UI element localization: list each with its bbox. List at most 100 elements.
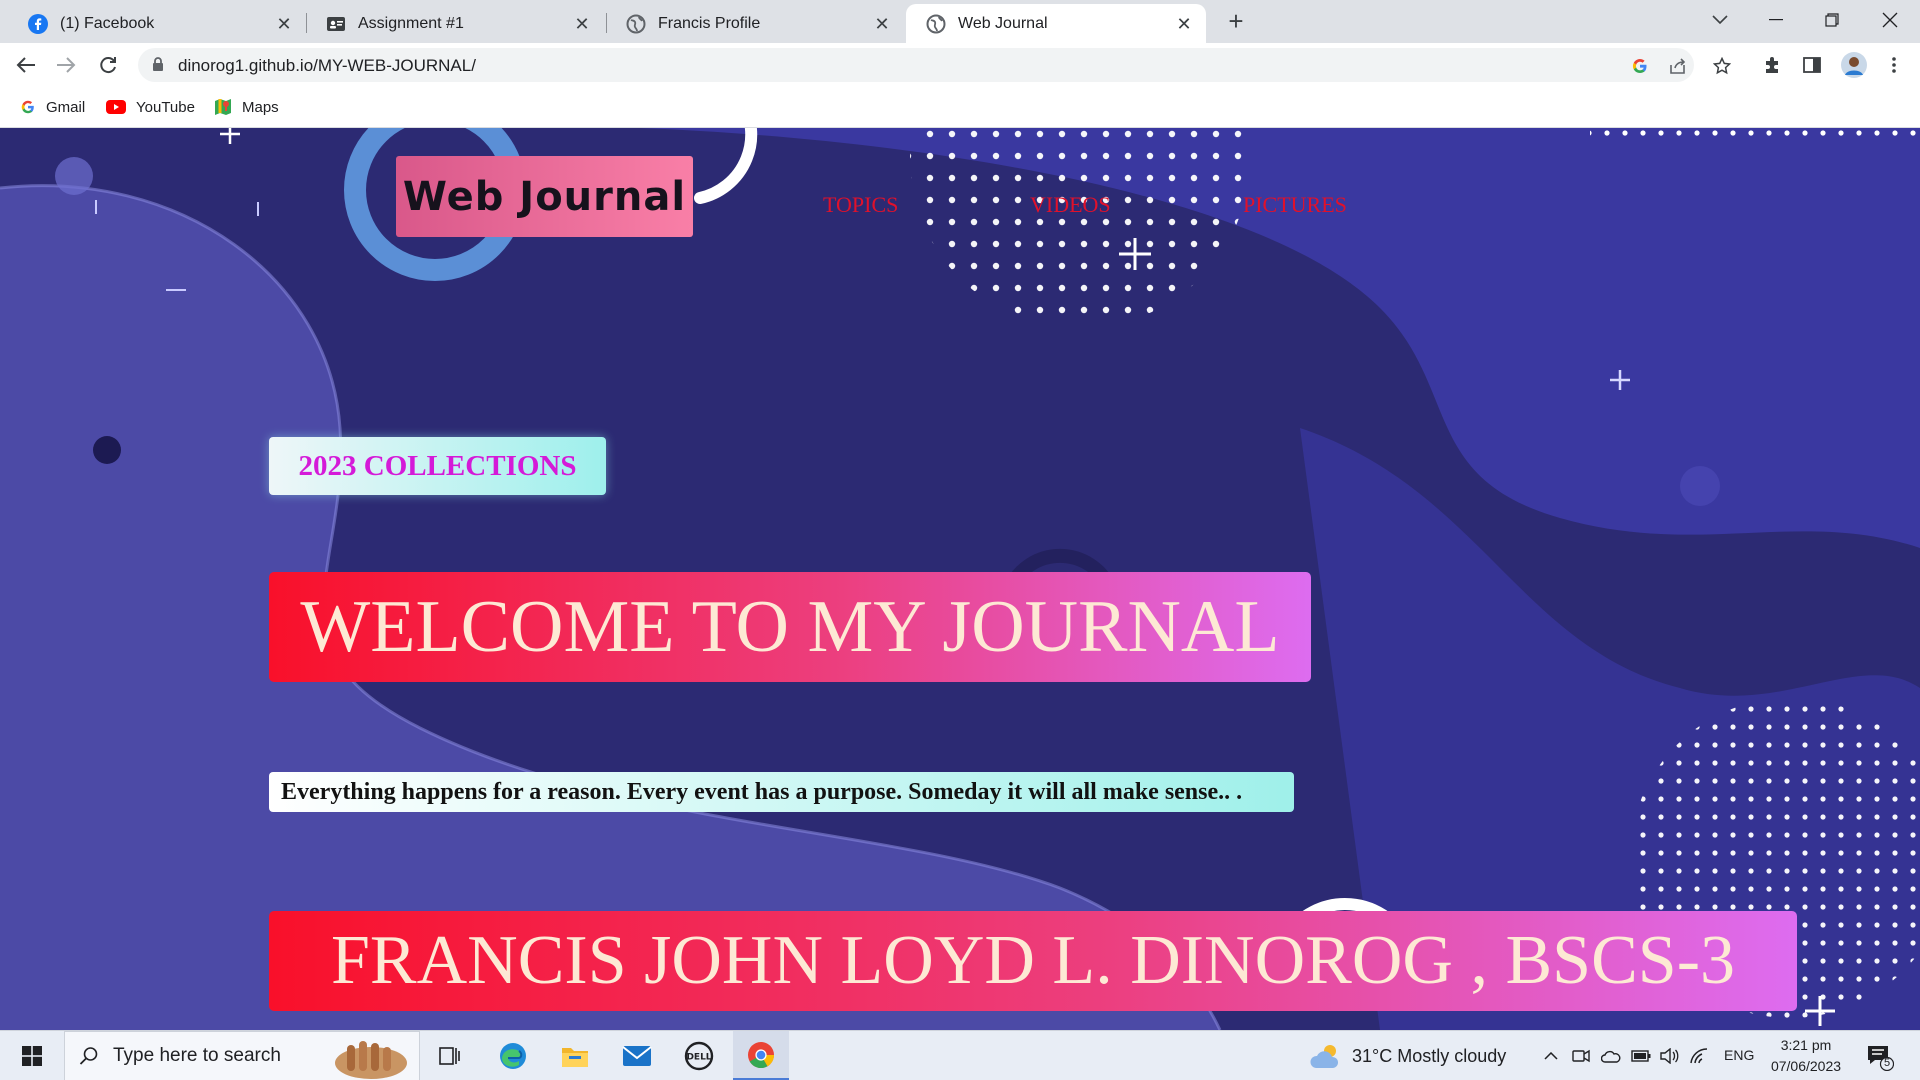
taskbar-clock[interactable]: 3:21 pm 07/06/2023 xyxy=(1766,1035,1846,1077)
close-tab-icon[interactable]: ✕ xyxy=(572,14,592,34)
task-view-button[interactable] xyxy=(422,1031,478,1080)
site-logo[interactable]: Web Journal xyxy=(396,156,693,237)
bookmark-label: YouTube xyxy=(136,98,195,116)
close-icon xyxy=(1882,12,1898,28)
notification-count: 5 xyxy=(1883,1057,1891,1069)
share-icon[interactable] xyxy=(1666,54,1690,78)
globe-icon xyxy=(626,14,646,33)
cloudy-weather-icon xyxy=(1310,1045,1339,1068)
browser-menu-button[interactable] xyxy=(1882,53,1906,77)
tab-title: Web Journal xyxy=(958,14,1048,32)
chevron-down-icon xyxy=(1712,15,1728,25)
collections-badge: 2023 COLLECTIONS xyxy=(269,437,606,495)
tab-title: Francis Profile xyxy=(658,14,761,32)
nav-link-topics[interactable]: TOPICS xyxy=(823,192,898,218)
meet-now-icon[interactable] xyxy=(1570,1045,1592,1067)
arrow-right-icon xyxy=(57,57,76,73)
tab-francis-profile[interactable]: Francis Profile ✕ xyxy=(606,4,904,43)
windows-logo-icon xyxy=(22,1046,42,1066)
bookmarks-bar: Gmail YouTube Maps xyxy=(0,87,1920,128)
globe-icon xyxy=(926,14,946,33)
lock-icon xyxy=(153,57,163,71)
start-button[interactable] xyxy=(8,1031,56,1080)
search-icon xyxy=(79,1047,98,1065)
classroom-icon xyxy=(327,16,345,31)
bookmark-youtube[interactable]: YouTube xyxy=(106,96,195,118)
nav-link-pictures[interactable]: PICTURES xyxy=(1243,192,1347,218)
profile-avatar[interactable] xyxy=(1840,51,1868,79)
tab-title: Assignment #1 xyxy=(358,14,464,32)
clock-time: 3:21 pm xyxy=(1780,1037,1832,1053)
restore-icon xyxy=(1825,13,1839,27)
bookmark-maps[interactable]: Maps xyxy=(214,96,279,118)
tab-facebook[interactable]: (1) Facebook ✕ xyxy=(8,4,306,43)
dell-icon: DELL xyxy=(684,1041,714,1071)
svg-text:DELL: DELL xyxy=(686,1053,711,1063)
chrome-icon xyxy=(748,1041,775,1068)
nav-link-videos[interactable]: VIDEOS xyxy=(1030,192,1111,218)
facebook-icon xyxy=(28,13,48,34)
edge-icon xyxy=(500,1043,526,1069)
avatar-icon xyxy=(1841,52,1867,78)
author-name-heading: FRANCIS JOHN LOYD L. DINOROG , BSCS-3 xyxy=(269,911,1797,1011)
onedrive-icon[interactable] xyxy=(1600,1045,1622,1067)
google-icon xyxy=(21,100,34,114)
taskbar-app-dell[interactable]: DELL xyxy=(671,1031,727,1080)
browser-tab-strip: (1) Facebook ✕ Assignment #1 ✕ Francis P… xyxy=(0,0,1920,43)
quote-banner: Everything happens for a reason. Every e… xyxy=(269,772,1294,812)
maps-icon xyxy=(215,99,231,115)
browser-toolbar: dinorog1.github.io/MY-WEB-JOURNAL/ xyxy=(0,43,1920,87)
back-button[interactable] xyxy=(10,49,42,81)
side-panel-icon[interactable] xyxy=(1800,53,1824,77)
forward-button[interactable] xyxy=(50,49,82,81)
url-text: dinorog1.github.io/MY-WEB-JOURNAL/ xyxy=(178,56,476,75)
close-window-button[interactable] xyxy=(1862,0,1918,40)
tab-title: (1) Facebook xyxy=(60,14,155,32)
tab-web-journal[interactable]: Web Journal ✕ xyxy=(906,4,1206,43)
task-view-icon xyxy=(439,1047,460,1065)
taskbar-search-box[interactable]: Type here to search xyxy=(64,1031,420,1080)
address-bar[interactable]: dinorog1.github.io/MY-WEB-JOURNAL/ xyxy=(138,48,1694,82)
search-placeholder: Type here to search xyxy=(113,1045,281,1066)
close-tab-icon[interactable]: ✕ xyxy=(1174,14,1194,34)
restore-button[interactable] xyxy=(1804,0,1860,40)
close-tab-icon[interactable]: ✕ xyxy=(872,14,892,34)
volume-icon[interactable] xyxy=(1658,1045,1680,1067)
bookmark-label: Gmail xyxy=(46,98,86,116)
folder-icon xyxy=(562,1048,588,1067)
welcome-heading: WELCOME TO MY JOURNAL xyxy=(269,572,1311,682)
windows-taskbar: Type here to search DELL 31°C Mostly clo… xyxy=(0,1030,1920,1080)
reload-icon xyxy=(100,57,116,74)
close-tab-icon[interactable]: ✕ xyxy=(274,14,294,34)
weather-text: 31°C Mostly cloudy xyxy=(1352,1045,1507,1066)
weather-widget[interactable]: 31°C Mostly cloudy xyxy=(1310,1031,1506,1080)
new-tab-button[interactable]: + xyxy=(1222,8,1250,36)
mail-icon xyxy=(622,1046,652,1066)
taskbar-app-chrome[interactable] xyxy=(733,1031,789,1080)
taskbar-app-mail[interactable] xyxy=(609,1031,665,1080)
more-vertical-icon xyxy=(1892,57,1896,73)
youtube-icon xyxy=(106,100,126,114)
language-indicator[interactable]: ENG xyxy=(1724,1047,1754,1063)
chevron-up-icon xyxy=(1544,1052,1558,1060)
tab-search-button[interactable] xyxy=(1692,0,1748,40)
extensions-icon[interactable] xyxy=(1760,53,1784,77)
search-highlight-icon xyxy=(335,1041,407,1079)
bookmark-star-icon[interactable] xyxy=(1710,54,1734,78)
show-hidden-icons-button[interactable] xyxy=(1540,1045,1562,1067)
minimize-button[interactable] xyxy=(1748,0,1804,40)
page-viewport: Web Journal TOPICS VIDEOS PICTURES 2023 … xyxy=(0,128,1920,1030)
tab-assignment[interactable]: Assignment #1 ✕ xyxy=(306,4,604,43)
reload-button[interactable] xyxy=(92,49,124,81)
bookmark-label: Maps xyxy=(242,98,279,116)
battery-icon[interactable] xyxy=(1630,1045,1652,1067)
minimize-icon xyxy=(1769,19,1783,21)
arrow-left-icon xyxy=(16,57,35,73)
taskbar-app-edge[interactable] xyxy=(485,1031,541,1080)
clock-date: 07/06/2023 xyxy=(1770,1058,1842,1074)
google-lens-icon[interactable] xyxy=(1628,54,1652,78)
notification-center-button[interactable]: 5 xyxy=(1866,1043,1895,1072)
wifi-icon[interactable] xyxy=(1688,1045,1710,1067)
taskbar-app-file-explorer[interactable] xyxy=(547,1031,603,1080)
bookmark-gmail[interactable]: Gmail xyxy=(20,96,85,118)
